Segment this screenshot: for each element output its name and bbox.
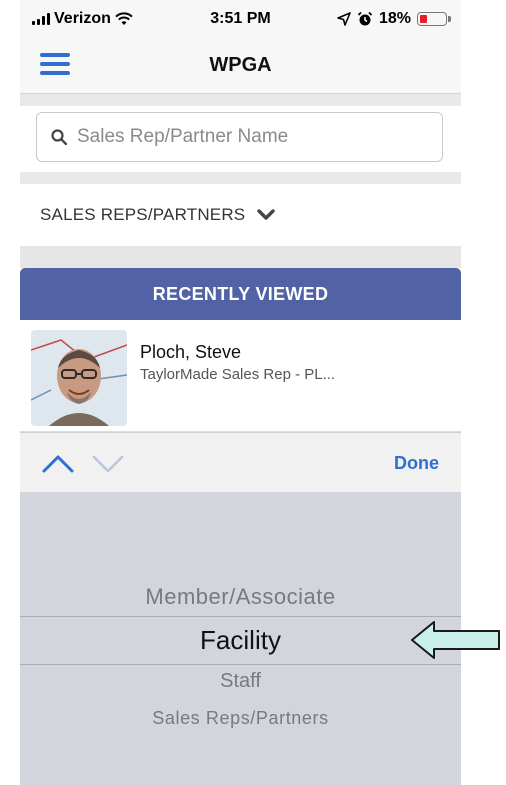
- done-button[interactable]: Done: [394, 453, 439, 474]
- picker-selection-line-bottom: [20, 664, 461, 665]
- search-icon: [51, 129, 67, 145]
- annotation-arrow-icon: [411, 621, 500, 659]
- divider-strip: [20, 172, 461, 184]
- location-arrow-icon: [337, 12, 351, 26]
- gray-spacer: [20, 246, 461, 268]
- chevron-down-icon: [257, 209, 276, 220]
- navigation-bar: WPGA: [20, 36, 461, 94]
- search-field[interactable]: [36, 112, 443, 162]
- picker-option[interactable]: Member/Associate: [20, 584, 461, 610]
- previous-field-button[interactable]: [40, 449, 76, 477]
- contact-subtitle: TaylorMade Sales Rep - PL...: [140, 366, 336, 383]
- contact-name: Ploch, Steve: [140, 342, 242, 362]
- avatar: [31, 330, 127, 426]
- recently-viewed-header: RECENTLY VIEWED: [20, 268, 461, 320]
- search-input[interactable]: [77, 126, 417, 148]
- category-picker-wheel[interactable]: Member/Associate Facility Staff Sales Re…: [20, 492, 461, 785]
- picker-selection-line-top: [20, 616, 461, 617]
- next-field-button[interactable]: [90, 449, 126, 477]
- picker-option[interactable]: Sales Reps/Partners: [20, 708, 461, 729]
- search-area: [20, 106, 461, 178]
- category-dropdown-label: SALES REPS/PARTNERS: [40, 205, 246, 224]
- category-dropdown[interactable]: SALES REPS/PARTNERS: [20, 184, 461, 246]
- recently-viewed-card: RECENTLY VIEWED Ploch, Steve TaylorMade …: [20, 268, 461, 432]
- picker-toolbar: Done: [20, 432, 461, 492]
- battery-percent: 18%: [378, 10, 411, 27]
- divider-strip: [20, 94, 461, 106]
- alarm-icon: [357, 11, 373, 26]
- chevron-up-icon: [42, 455, 74, 473]
- page-title: WPGA: [209, 54, 272, 76]
- chevron-down-icon: [92, 455, 124, 473]
- battery-icon: [417, 12, 451, 26]
- recently-viewed-item[interactable]: Ploch, Steve TaylorMade Sales Rep - PL..…: [20, 320, 461, 432]
- picker-option[interactable]: Staff: [20, 670, 461, 693]
- status-bar: Verizon 3:51 PM 18%: [20, 0, 461, 36]
- phone-screen: Verizon 3:51 PM 18% WPGA Sales Rep/Partn…: [20, 0, 461, 785]
- status-right: 18%: [337, 10, 451, 28]
- picker-option-selected[interactable]: Facility: [20, 625, 461, 656]
